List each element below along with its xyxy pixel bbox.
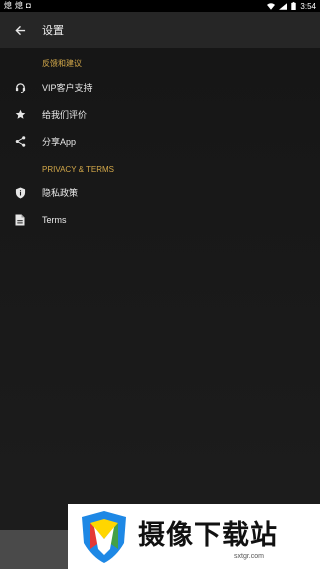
status-notifications: 熄 熄 ◘ bbox=[4, 0, 31, 12]
privacy-policy-item[interactable]: 隐私政策 bbox=[0, 179, 320, 206]
rate-us-label: 给我们评价 bbox=[42, 110, 88, 120]
status-time: 3:54 bbox=[300, 1, 316, 11]
watermark-banner: 摄像下载站 sxtgr.com bbox=[68, 504, 320, 569]
watermark-logo-icon bbox=[82, 510, 126, 563]
document-icon bbox=[15, 214, 25, 225]
watermark-subtitle: sxtgr.com bbox=[234, 553, 264, 560]
watermark-title: 摄像下载站 bbox=[138, 520, 278, 551]
terms-label: Terms bbox=[42, 214, 67, 225]
bottom-panel bbox=[0, 530, 68, 569]
status-system: 3:54 bbox=[267, 2, 316, 11]
vip-support-item[interactable]: VIP客户支持 bbox=[0, 74, 320, 101]
notification-icon: 熄 bbox=[4, 1, 12, 10]
signal-icon bbox=[279, 2, 288, 10]
back-button[interactable] bbox=[0, 12, 40, 48]
app-bar: 设置 bbox=[0, 12, 320, 48]
privacy-policy-label: 隐私政策 bbox=[42, 188, 79, 198]
section-header-privacy: PRIVACY & TERMS bbox=[42, 165, 115, 174]
star-icon bbox=[15, 109, 25, 119]
notification-icon: 熄 bbox=[15, 1, 23, 10]
share-app-label: 分享App bbox=[42, 137, 77, 147]
rate-us-item[interactable]: 给我们评价 bbox=[0, 101, 320, 128]
headset-icon bbox=[15, 83, 25, 93]
share-app-item[interactable]: 分享App bbox=[0, 128, 320, 155]
vip-support-label: VIP客户支持 bbox=[42, 83, 93, 93]
terms-item[interactable]: Terms bbox=[0, 206, 320, 233]
notification-icon: ◘ bbox=[26, 1, 31, 10]
status-bar: 熄 熄 ◘ 3:54 bbox=[0, 0, 320, 12]
settings-list: 反馈和建议 VIP客户支持 给我们评价 分享App PRIVACY & TERM… bbox=[0, 48, 320, 569]
shield-icon bbox=[15, 187, 25, 198]
battery-icon bbox=[291, 2, 297, 10]
section-header-feedback: 反馈和建议 bbox=[42, 59, 82, 68]
page-title: 设置 bbox=[42, 25, 64, 37]
arrow-left-icon bbox=[14, 25, 25, 35]
share-icon bbox=[15, 136, 25, 147]
wifi-icon bbox=[267, 2, 276, 10]
